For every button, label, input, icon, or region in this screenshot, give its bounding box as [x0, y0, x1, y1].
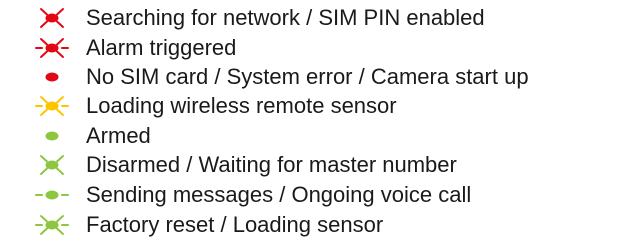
- legend-row-no-sim: No SIM card / System error / Camera star…: [0, 62, 618, 92]
- green-led-steady-icon: [34, 121, 70, 151]
- red-led-fast-blink-icon: [34, 33, 70, 63]
- green-led-flash-icon: [34, 180, 70, 210]
- legend-label: Disarmed / Waiting for master number: [86, 152, 457, 177]
- led-status-legend: Searching for network / SIM PIN enabled …: [0, 0, 618, 248]
- legend-row-factory-reset: Factory reset / Loading sensor: [0, 210, 618, 240]
- legend-label: Searching for network / SIM PIN enabled: [86, 5, 485, 30]
- legend-label: Factory reset / Loading sensor: [86, 212, 384, 237]
- legend-label: Armed: [86, 123, 151, 148]
- legend-row-network-search: Searching for network / SIM PIN enabled: [0, 3, 618, 33]
- yellow-led-fast-blink-icon: [34, 91, 70, 121]
- legend-label: Loading wireless remote sensor: [86, 93, 397, 118]
- legend-label: Alarm triggered: [86, 35, 237, 60]
- legend-row-disarmed: Disarmed / Waiting for master number: [0, 150, 618, 180]
- legend-label: No SIM card / System error / Camera star…: [86, 64, 529, 89]
- green-led-slow-blink-icon: [34, 150, 70, 180]
- green-led-fast-blink-icon: [34, 210, 70, 240]
- legend-label: Sending messages / Ongoing voice call: [86, 182, 472, 207]
- red-led-steady-icon: [34, 62, 70, 92]
- legend-row-alarm-triggered: Alarm triggered: [0, 33, 618, 63]
- legend-row-loading-remote-sensor: Loading wireless remote sensor: [0, 91, 618, 121]
- legend-row-armed: Armed: [0, 121, 618, 151]
- legend-row-sending-messages: Sending messages / Ongoing voice call: [0, 180, 618, 210]
- red-led-slow-blink-icon: [34, 3, 70, 33]
